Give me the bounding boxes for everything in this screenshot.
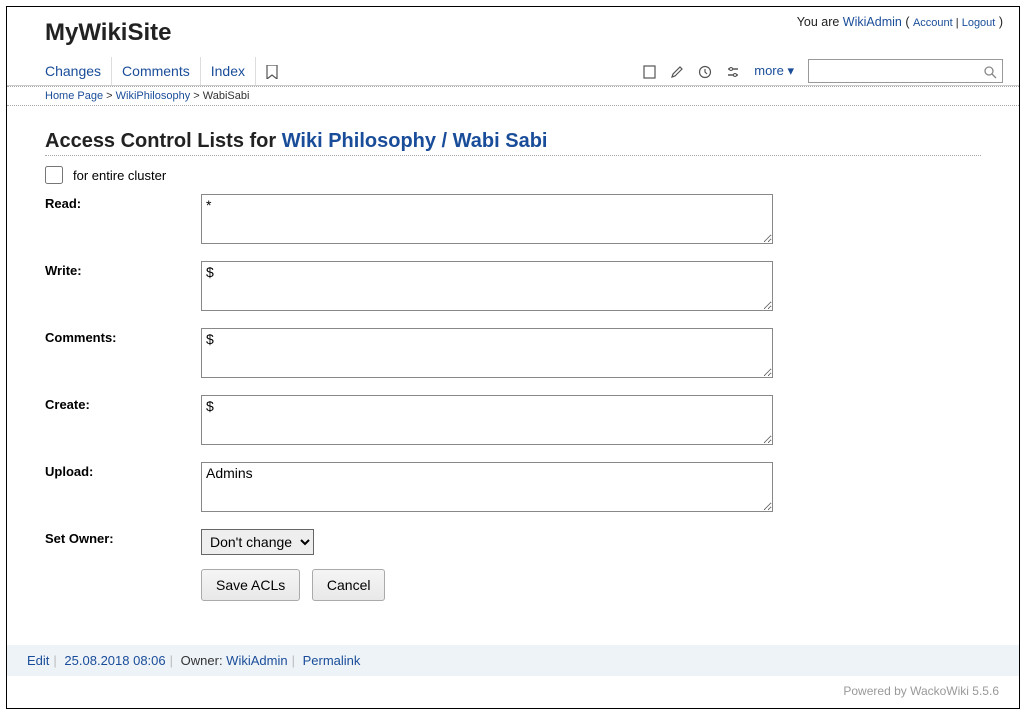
search-input[interactable] bbox=[808, 59, 1003, 83]
bookmark-icon[interactable] bbox=[256, 57, 288, 85]
label-comments: Comments: bbox=[45, 328, 201, 345]
nav-index[interactable]: Index bbox=[201, 57, 256, 85]
history-icon[interactable] bbox=[698, 63, 712, 79]
footer-edit[interactable]: Edit bbox=[27, 653, 49, 668]
paren-open: ( bbox=[905, 15, 913, 29]
nav-changes[interactable]: Changes bbox=[45, 57, 112, 85]
select-set-owner[interactable]: Don't change bbox=[201, 529, 314, 555]
breadcrumb-home[interactable]: Home Page bbox=[45, 90, 103, 102]
sep: | bbox=[953, 17, 962, 29]
label-set-owner: Set Owner: bbox=[45, 529, 201, 546]
input-write[interactable] bbox=[201, 261, 773, 311]
save-button[interactable]: Save ACLs bbox=[201, 569, 300, 601]
label-write: Write: bbox=[45, 261, 201, 278]
username-link[interactable]: WikiAdmin bbox=[843, 15, 902, 29]
label-upload: Upload: bbox=[45, 462, 201, 479]
cluster-label: for entire cluster bbox=[73, 168, 166, 183]
footer-permalink[interactable]: Permalink bbox=[303, 653, 361, 668]
footer-owner[interactable]: WikiAdmin bbox=[226, 653, 287, 668]
site-title: MyWikiSite bbox=[23, 15, 171, 55]
logout-link[interactable]: Logout bbox=[962, 17, 996, 29]
breadcrumb-current: WabiSabi bbox=[203, 90, 250, 102]
footer-bar: Edit| 25.08.2018 08:06| Owner: WikiAdmin… bbox=[7, 645, 1019, 676]
edit-icon[interactable] bbox=[670, 63, 684, 79]
nav-more[interactable]: more ▾ bbox=[754, 63, 794, 79]
heading-prefix: Access Control Lists for bbox=[45, 130, 282, 152]
paren-close: ) bbox=[995, 15, 1003, 29]
page-title: Access Control Lists for Wiki Philosophy… bbox=[45, 130, 981, 156]
user-info: You are WikiAdmin ( Account | Logout ) bbox=[797, 15, 1003, 29]
settings-icon[interactable] bbox=[726, 63, 740, 79]
user-prefix: You are bbox=[797, 15, 843, 29]
heading-link[interactable]: Wiki Philosophy / Wabi Sabi bbox=[282, 130, 548, 152]
account-link[interactable]: Account bbox=[913, 17, 953, 29]
label-read: Read: bbox=[45, 194, 201, 211]
label-create: Create: bbox=[45, 395, 201, 412]
powered-by: Powered by WackoWiki 5.5.6 bbox=[7, 676, 1019, 708]
breadcrumb-parent[interactable]: WikiPhilosophy bbox=[116, 90, 191, 102]
nav-comments[interactable]: Comments bbox=[112, 57, 201, 85]
breadcrumb: Home Page > WikiPhilosophy > WabiSabi bbox=[7, 86, 1019, 106]
cancel-button[interactable]: Cancel bbox=[312, 569, 386, 601]
footer-date[interactable]: 25.08.2018 08:06 bbox=[64, 653, 165, 668]
input-read[interactable] bbox=[201, 194, 773, 244]
page-icon[interactable] bbox=[643, 63, 656, 79]
input-upload[interactable] bbox=[201, 462, 773, 512]
footer-owner-label: Owner: bbox=[181, 653, 227, 668]
input-comments[interactable] bbox=[201, 328, 773, 378]
input-create[interactable] bbox=[201, 395, 773, 445]
cluster-checkbox[interactable] bbox=[45, 166, 63, 184]
